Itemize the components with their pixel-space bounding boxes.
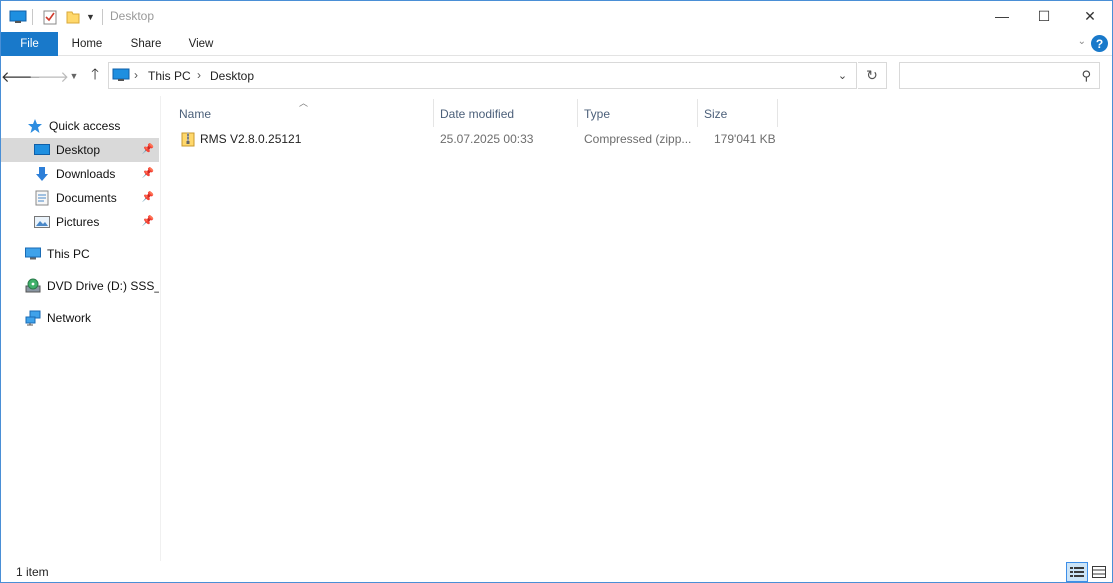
dvd-drive-icon xyxy=(25,278,41,294)
up-arrow-icon[interactable]: 🡑 xyxy=(85,66,105,86)
forward-arrow-icon[interactable]: 🡒 xyxy=(29,66,69,86)
column-header-name[interactable]: Name xyxy=(173,102,433,126)
file-type: Compressed (zipp... xyxy=(584,132,692,146)
title-bar: ▼ Desktop — ☐ ✕ xyxy=(1,1,1112,32)
network-icon xyxy=(25,310,41,326)
breadcrumb-this-pc[interactable]: This PC xyxy=(148,69,191,83)
item-count: 1 item xyxy=(16,565,49,579)
column-header-type[interactable]: Type xyxy=(578,102,697,126)
customize-quick-access-icon[interactable]: ▼ xyxy=(86,7,95,27)
pictures-icon xyxy=(34,214,50,230)
tab-share[interactable]: Share xyxy=(122,32,170,56)
pin-icon[interactable]: 📌 xyxy=(142,144,154,155)
pin-icon[interactable]: 📌 xyxy=(142,216,154,227)
desktop-icon xyxy=(34,142,50,158)
search-icon: ⚲ xyxy=(1081,68,1091,83)
sidebar-item-label: DVD Drive (D:) SSS_X6 xyxy=(47,279,159,293)
sidebar-item-desktop[interactable]: Desktop 📌 xyxy=(1,138,159,162)
downloads-icon xyxy=(34,166,50,182)
tab-view[interactable]: View xyxy=(179,32,223,56)
details-view-icon[interactable] xyxy=(1066,562,1088,582)
help-icon[interactable]: ? xyxy=(1091,35,1108,52)
sidebar-item-network[interactable]: Network xyxy=(1,306,159,330)
sidebar-item-label: Desktop xyxy=(56,143,101,157)
ribbon-tabs: File Home Share View ⌄ ? xyxy=(1,32,1112,56)
explorer-window: ▼ Desktop — ☐ ✕ File Home Share View ⌄ ?… xyxy=(0,0,1113,583)
pin-icon[interactable]: 📌 xyxy=(142,192,154,203)
sidebar-item-label: Quick access xyxy=(49,119,121,133)
tab-file[interactable]: File xyxy=(1,32,58,56)
sidebar-item-quick-access[interactable]: Quick access xyxy=(1,114,159,138)
new-folder-icon[interactable] xyxy=(65,7,81,27)
navigation-pane: Quick access Desktop 📌 Downloads 📌 Docum… xyxy=(1,96,159,561)
refresh-icon[interactable]: ↻ xyxy=(858,62,887,89)
breadcrumb-chevron-icon[interactable]: › xyxy=(134,68,138,82)
sidebar-item-label: Documents xyxy=(56,191,117,205)
sidebar-item-label: Downloads xyxy=(56,167,116,181)
large-icons-view-icon[interactable] xyxy=(1088,562,1110,582)
sidebar-item-label: Pictures xyxy=(56,215,100,229)
maximize-button[interactable]: ☐ xyxy=(1021,1,1067,31)
breadcrumb-chevron-icon[interactable]: › xyxy=(197,68,201,82)
this-pc-icon xyxy=(25,246,41,262)
status-bar: 1 item xyxy=(1,561,1112,583)
close-button[interactable]: ✕ xyxy=(1067,1,1113,31)
zip-folder-icon xyxy=(181,131,195,150)
minimize-button[interactable]: — xyxy=(979,1,1025,31)
address-dropdown-icon[interactable]: ⌄ xyxy=(829,62,856,89)
sidebar-item-downloads[interactable]: Downloads 📌 xyxy=(1,162,159,186)
tab-home[interactable]: Home xyxy=(63,32,111,56)
window-title: Desktop xyxy=(110,9,155,23)
sidebar-item-label: This PC xyxy=(47,247,90,261)
sidebar-item-pictures[interactable]: Pictures 📌 xyxy=(1,210,159,234)
recent-locations-icon[interactable]: ▼ xyxy=(64,66,84,86)
pin-icon[interactable]: 📌 xyxy=(142,168,154,179)
breadcrumb-desktop[interactable]: Desktop xyxy=(210,69,254,83)
column-header-date-modified[interactable]: Date modified xyxy=(434,102,577,126)
star-icon xyxy=(27,118,43,134)
column-header-size[interactable]: Size xyxy=(698,102,777,126)
file-size: 179'041 KB xyxy=(714,132,776,146)
sidebar-item-label: Network xyxy=(47,311,92,325)
sidebar-item-documents[interactable]: Documents 📌 xyxy=(1,186,159,210)
expand-ribbon-icon[interactable]: ⌄ xyxy=(1078,36,1086,47)
file-date-modified: 25.07.2025 00:33 xyxy=(440,132,534,146)
table-row[interactable]: RMS V2.8.0.25121 25.07.2025 00:33 Compre… xyxy=(173,128,793,150)
search-input[interactable]: ⚲ xyxy=(899,62,1100,89)
sidebar-item-this-pc[interactable]: This PC xyxy=(1,242,159,266)
file-name[interactable]: RMS V2.8.0.25121 xyxy=(200,132,301,146)
navigation-bar: 🡐 🡒 ▼ 🡑 › This PC › Desktop ⌄ ↻ ⚲ xyxy=(1,56,1112,96)
documents-icon xyxy=(34,190,50,206)
sidebar-item-dvd-drive[interactable]: DVD Drive (D:) SSS_X6 xyxy=(1,274,159,298)
this-pc-icon xyxy=(9,7,27,27)
file-list: ︿ Name Date modified Type Size RMS V2.8.… xyxy=(161,96,1112,561)
this-pc-icon xyxy=(112,68,130,85)
address-bar[interactable]: › This PC › Desktop xyxy=(108,62,857,89)
properties-icon[interactable] xyxy=(42,7,58,27)
